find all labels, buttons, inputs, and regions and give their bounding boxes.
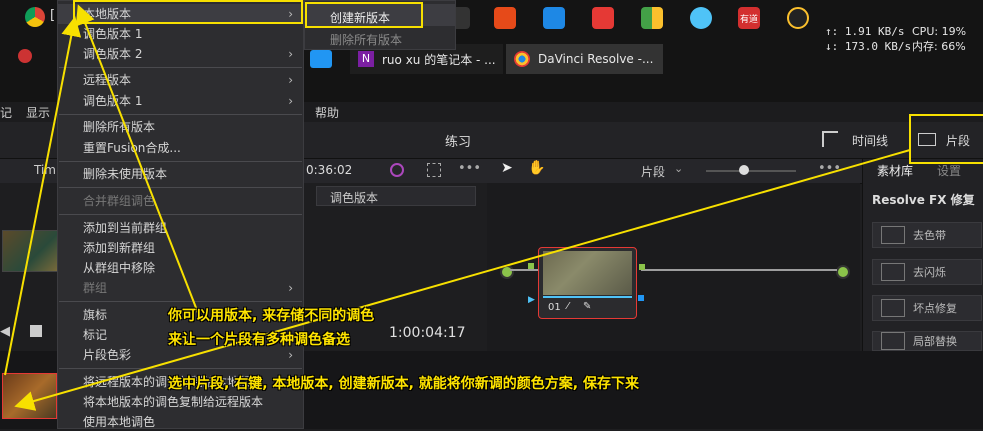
arrow-to-create-version	[75, 4, 201, 319]
annotation-line: 你可以用版本, 来存储不同的调色	[168, 308, 375, 324]
annotation-arrows	[4, 4, 911, 411]
annotation-note-1: 你可以用版本, 来存储不同的调色 来让一个片段有多种调色备选	[168, 305, 374, 349]
arrow-to-thumbnail	[14, 149, 911, 411]
annotation-line: 来让一个片段有多种调色备选	[168, 332, 350, 348]
arrow-to-local-versions	[4, 16, 82, 376]
annotation-note-2: 选中片段, 右键, 本地版本, 创建新版本, 就能将你新调的颜色方案, 保存下来	[168, 376, 639, 392]
